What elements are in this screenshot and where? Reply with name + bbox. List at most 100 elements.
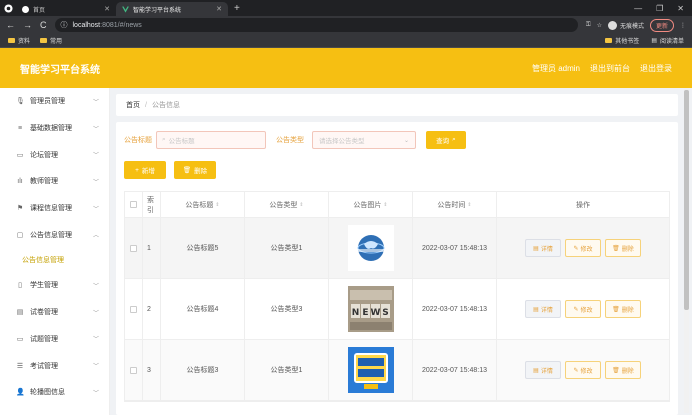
detail-button[interactable]: ▤ 详情 [525,361,561,379]
close-icon[interactable]: ✕ [104,5,110,13]
reading-list[interactable]: ▤ 阅读清单 [651,36,684,45]
sidebar-item[interactable]: ılı 教师管理 ﹀ [0,168,109,195]
title-search-placeholder: 公告标题 [168,138,195,145]
doc-icon: ▤ [533,367,539,374]
close-window-icon[interactable]: ✕ [677,4,684,13]
restore-icon[interactable]: ❐ [656,4,663,13]
url-input[interactable]: ⓘ localhost:8081/#/news [54,18,578,32]
add-button-label: 新增 [141,168,155,175]
header-operation: 操作 [576,201,590,209]
other-bookmarks[interactable]: 其他书签 [605,36,639,45]
news-table: 索引 公告标题 ⇕ 公告类型 ⇕ 公告图片 ⇕ 公告时间 ⇕ 操作 1 公告标题5 公告类型… [124,191,670,402]
submenu-item-news[interactable]: 公告信息管理 [0,248,109,272]
page-scrollbar[interactable] [684,88,689,413]
breadcrumb-home[interactable]: 首页 [126,100,140,110]
edit-button[interactable]: ✎ 修改 [565,239,601,257]
sidebar-item-label: 基础数据管理 [30,125,72,133]
sidebar-item[interactable]: 🎙 管理员管理 ﹀ [0,88,109,115]
row-checkbox-cell [125,218,143,278]
browser-menu-icon[interactable] [2,2,14,14]
edit-button[interactable]: ✎ 修改 [565,361,601,379]
sidebar-item-label: 论坛管理 [30,151,58,159]
search-icon: ⌕ [162,136,166,143]
row-picture[interactable] [329,340,413,400]
header-picture[interactable]: 公告图片 ⇕ [329,192,413,217]
row-title: 公告标题5 [161,218,245,278]
select-all-checkbox[interactable] [130,201,137,208]
sidebar-item[interactable]: ▭ 论坛管理 ﹀ [0,141,109,168]
add-button[interactable]: + 新增 [124,161,166,179]
delete-label: 删除 [621,246,634,253]
bookmark-folder-1[interactable]: 资料 [8,36,30,45]
sidebar-item[interactable]: ☰ 考试管理 ﹀ [0,352,109,379]
sidebar: 🎙 管理员管理 ﹀ ≡ 基础数据管理 ﹀ ▭ 论坛管理 ﹀ ılı 教师管理 ﹀ ⚑ 课程信息管理 ﹀ ▢ 公告… [0,88,110,415]
github-icon [22,5,29,13]
close-icon[interactable]: ✕ [216,5,222,13]
sidebar-item[interactable]: ≡ 基础数据管理 ﹀ [0,115,109,142]
svg-text:N: N [351,308,359,318]
forward-icon[interactable]: → [23,20,32,30]
browser-tab-bar: 首页 ✕ 智能学习平台系统 ✕ + — ❐ ✕ [0,0,692,16]
sidebar-item[interactable]: ▤ 试卷管理 ﹀ [0,299,109,326]
row-picture[interactable] [329,218,413,278]
chevron-down-icon: ﹀ [92,364,99,371]
detail-button[interactable]: ▤ 详情 [525,300,561,318]
incognito-indicator[interactable]: 无痕模式 [607,20,644,30]
delete-button[interactable]: 🗑 删除 [605,300,641,318]
header-time-label: 公告时间 [437,201,466,209]
bookmark-label: 常用 [50,39,63,45]
header-time[interactable]: 公告时间 ⇕ [413,192,497,217]
star-icon[interactable]: ☆ [597,22,602,29]
delete-button[interactable]: 🗑 删除 [605,361,641,379]
delete-button[interactable]: 🗑 删除 [605,239,641,257]
edit-label: 修改 [580,368,593,375]
sidebar-item-label: 教师管理 [30,178,58,186]
new-tab-button[interactable]: + [234,2,240,16]
update-button[interactable]: 更新 [649,18,674,32]
tab-app[interactable]: 智能学习平台系统 ✕ [116,2,228,16]
svg-text:E: E [362,308,368,318]
sidebar-item[interactable]: ▯ 学生管理 ﹀ [0,272,109,299]
reload-icon[interactable]: C [40,20,47,30]
row-checkbox-cell [125,279,143,339]
row-checkbox[interactable] [130,305,137,313]
type-select[interactable]: 请选择公告类型 ⌄ [312,131,416,149]
sidebar-item[interactable]: 👤 轮播图信息 ﹀ [0,379,109,406]
batch-delete-button[interactable]: 🗑 删除 [174,161,216,179]
table-row: 1 公告标题5 公告类型1 2022-03-07 15:48:13 ▤ 详情 ✎ 修改 🗑 删除 [125,218,669,279]
detail-button[interactable]: ▤ 详情 [525,239,561,257]
logout-link[interactable]: 退出登录 [640,63,672,74]
search-button[interactable]: 查询 ⌕ [426,131,466,149]
header-title-label: 公告标题 [185,201,214,209]
bookmark-label: 资料 [18,39,31,45]
row-picture[interactable]: NEWS [329,279,413,339]
edit-icon: ✎ [573,367,579,374]
sidebar-item[interactable]: ⚑ 课程信息管理 ﹀ [0,195,109,222]
tab-home[interactable]: 首页 ✕ [16,2,116,16]
scrollbar-thumb[interactable] [684,90,689,310]
title-search-input[interactable]: ⌕ 公告标题 [156,131,266,149]
reading-list-icon: ▤ [651,38,657,44]
row-checkbox[interactable] [130,366,137,374]
user-icon: 👤 [16,389,25,397]
key-icon[interactable]: ⚿ [586,22,591,29]
sidebar-item-label: 课程信息管理 [30,205,72,213]
sidebar-item[interactable]: ▢ 公告信息管理 ︿ [0,221,109,248]
edit-button[interactable]: ✎ 修改 [565,300,601,318]
bookmark-folder-2[interactable]: 常用 [40,36,62,45]
chevron-down-icon: ﹀ [92,153,99,160]
chevron-down-icon: ﹀ [92,126,99,133]
row-index: 3 [143,340,161,400]
back-to-front-link[interactable]: 退出到前台 [590,63,630,74]
info-icon[interactable]: ⓘ [61,20,68,30]
trash-icon: 🗑 [612,245,620,252]
row-checkbox[interactable] [130,244,137,252]
back-icon[interactable]: ← [6,20,15,30]
search-icon: ⌕ [452,136,456,143]
header-title[interactable]: 公告标题 ⇕ [161,192,245,217]
sidebar-item[interactable]: ▭ 试题管理 ﹀ [0,326,109,353]
more-icon[interactable]: ⋮ [680,22,686,29]
header-type[interactable]: 公告类型 ⇕ [245,192,329,217]
vue-icon [122,5,129,13]
minimize-icon[interactable]: — [634,4,642,13]
